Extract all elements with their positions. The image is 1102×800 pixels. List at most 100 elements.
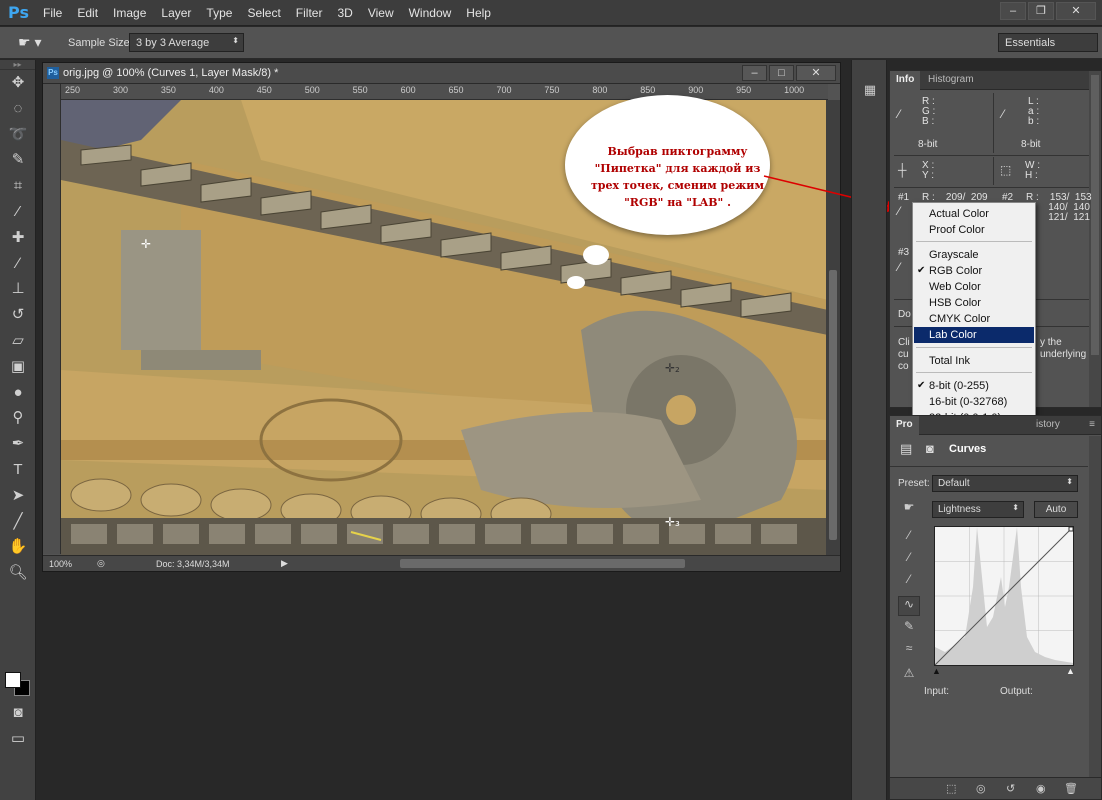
minimize-button[interactable]: – — [1000, 2, 1026, 20]
menu-edit[interactable]: Edit — [77, 6, 98, 20]
channel-select[interactable]: Lightness ⬍ — [932, 501, 1024, 518]
curve-edit-icon[interactable]: ∿ — [898, 596, 920, 616]
menu-3d[interactable]: 3D — [337, 6, 352, 20]
doc-maximize-button[interactable]: □ — [769, 65, 794, 81]
quick-select-tool-icon[interactable]: ✎ — [0, 147, 36, 173]
eyedropper-icon[interactable]: ⁄ — [1002, 107, 1004, 121]
dodge-tool-icon[interactable]: ⚲ — [0, 405, 36, 431]
eyedropper-icon[interactable]: ⁄ — [898, 107, 900, 121]
marquee-tool-icon[interactable]: ◌ — [0, 96, 36, 122]
menu-window[interactable]: Window — [409, 6, 452, 20]
black-point-eyedropper-icon[interactable]: ⁄ — [898, 528, 920, 548]
white-slider-icon[interactable]: ▲ — [1066, 666, 1075, 676]
stamp-tool-icon[interactable]: ⊥ — [0, 276, 36, 302]
panel-menu-icon[interactable]: ≡ — [1089, 419, 1095, 430]
eraser-tool-icon[interactable]: ▱ — [0, 328, 36, 354]
smooth-icon[interactable]: ≈ — [898, 641, 920, 661]
reset-icon[interactable]: ↺ — [1006, 782, 1015, 795]
vertical-scrollbar[interactable] — [826, 100, 840, 556]
panel-grip[interactable]: ▸▸ — [0, 60, 35, 70]
layer-mask-icon[interactable]: ◙ — [926, 441, 934, 456]
tab-histogram[interactable]: Histogram — [922, 71, 980, 90]
gray-point-eyedropper-icon[interactable]: ⁄ — [898, 550, 920, 570]
menu-item-16-bit[interactable]: 16-bit (0-32768) — [914, 394, 1034, 410]
quick-mask-icon[interactable]: ◙ — [0, 700, 36, 726]
menu-image[interactable]: Image — [113, 6, 146, 20]
foreground-color-swatch[interactable] — [5, 672, 21, 688]
visibility-icon[interactable]: ◉ — [1036, 782, 1046, 795]
properties-scrollbar[interactable] — [1089, 436, 1101, 779]
screen-mode-icon[interactable]: ▭ — [0, 726, 36, 752]
healing-tool-icon[interactable]: ✚ — [0, 225, 36, 251]
lasso-tool-icon[interactable]: ➰ — [0, 122, 36, 148]
trash-icon[interactable]: 🗑︎ — [1064, 782, 1078, 795]
preset-select[interactable]: Default ⬍ — [932, 475, 1078, 492]
doc-close-button[interactable]: ✕ — [796, 65, 836, 81]
move-tool-icon[interactable]: ✥ — [0, 70, 36, 96]
zoom-tool-icon[interactable]: 🔍︎ — [0, 560, 36, 586]
tool-preset-picker[interactable]: ☛ ▾ — [18, 34, 52, 52]
blur-tool-icon[interactable]: ● — [0, 380, 36, 406]
histogram-panel-icon[interactable]: ▦ — [860, 82, 880, 102]
zoom-level[interactable]: 100% — [49, 559, 72, 569]
menu-item-hsb-color[interactable]: HSB Color — [914, 295, 1034, 311]
menu-filter[interactable]: Filter — [296, 6, 323, 20]
tab-info[interactable]: Info — [890, 71, 921, 90]
menu-view[interactable]: View — [368, 6, 394, 20]
workspace-select[interactable]: Essentials — [998, 33, 1098, 52]
doc-minimize-button[interactable]: – — [742, 65, 767, 81]
vertical-ruler[interactable] — [43, 84, 61, 554]
history-brush-icon[interactable]: ↺ — [0, 302, 36, 328]
menu-layer[interactable]: Layer — [161, 6, 191, 20]
checkmark-icon: ✔ — [917, 265, 926, 276]
pencil-draw-icon[interactable]: ✎ — [898, 619, 920, 639]
sampler-3-eyedropper-icon[interactable]: ⁄ — [898, 260, 900, 274]
white-point-eyedropper-icon[interactable]: ⁄ — [898, 572, 920, 592]
scroll-thumb[interactable] — [829, 270, 837, 540]
eyedropper-tool-icon[interactable]: ⁄ — [0, 199, 36, 225]
svg-text:✛: ✛ — [141, 237, 151, 251]
menu-item-proof-color[interactable]: Proof Color — [914, 222, 1034, 238]
tab-properties[interactable]: Pro — [890, 416, 919, 435]
curves-graph[interactable] — [934, 526, 1074, 666]
menu-item-cmyk-color[interactable]: CMYK Color — [914, 311, 1034, 327]
menu-file[interactable]: File — [43, 6, 62, 20]
horizontal-ruler[interactable]: 250 300 350 400 450 500 550 600 650 700 750 800 850 9… — [61, 84, 828, 100]
path-select-icon[interactable]: ➤ — [0, 483, 36, 509]
hand-tool-icon[interactable]: ✋ — [0, 534, 36, 560]
menu-separator — [916, 372, 1032, 373]
crop-tool-icon[interactable]: ⌗ — [0, 173, 36, 199]
menu-item-grayscale[interactable]: Grayscale — [914, 247, 1034, 263]
menu-help[interactable]: Help — [466, 6, 491, 20]
sample-size-select[interactable]: 3 by 3 Average ⬍ — [129, 33, 244, 52]
status-menu-icon[interactable]: ◎ — [97, 558, 105, 569]
tab-history[interactable]: istory — [1030, 416, 1066, 435]
info-scroll-thumb[interactable] — [1091, 75, 1099, 355]
menu-type[interactable]: Type — [206, 6, 232, 20]
menu-item-web-color[interactable]: Web Color — [914, 279, 1034, 295]
menu-item-rgb-color[interactable]: ✔ RGB Color — [914, 263, 1034, 279]
menu-item-total-ink[interactable]: Total Ink — [914, 353, 1034, 369]
close-button[interactable]: ✕ — [1056, 2, 1096, 20]
info-scrollbar[interactable] — [1089, 71, 1101, 407]
pen-tool-icon[interactable]: ✒ — [0, 431, 36, 457]
document-titlebar[interactable]: Ps orig.jpg @ 100% (Curves 1, Layer Mask… — [43, 63, 840, 84]
clip-to-layer-icon[interactable]: ⬚ — [946, 782, 956, 795]
auto-button[interactable]: Auto — [1034, 501, 1078, 518]
status-arrow-icon[interactable]: ▶ — [281, 558, 288, 569]
line-tool-icon[interactable]: ╱ — [0, 509, 36, 535]
horizontal-scroll-thumb[interactable] — [400, 559, 685, 568]
restore-button[interactable]: ❐ — [1028, 2, 1054, 20]
black-slider-icon[interactable]: ▲ — [932, 666, 941, 676]
targeted-adjust-icon[interactable]: ☛ — [898, 500, 920, 520]
menu-select[interactable]: Select — [247, 6, 280, 20]
view-previous-icon[interactable]: ◎ — [976, 782, 986, 795]
brush-tool-icon[interactable]: ∕ — [0, 251, 36, 277]
gradient-tool-icon[interactable]: ▣ — [0, 354, 36, 380]
sampler-1-eyedropper-icon[interactable]: ⁄ — [898, 204, 900, 218]
menu-item-actual-color[interactable]: Actual Color — [914, 206, 1034, 222]
menu-item-8-bit[interactable]: ✔ 8-bit (0-255) — [914, 378, 1034, 394]
menu-item-lab-color[interactable]: Lab Color — [914, 327, 1034, 343]
type-tool-icon[interactable]: T — [0, 457, 36, 483]
clipping-warning-icon[interactable]: ⚠ — [898, 666, 920, 686]
